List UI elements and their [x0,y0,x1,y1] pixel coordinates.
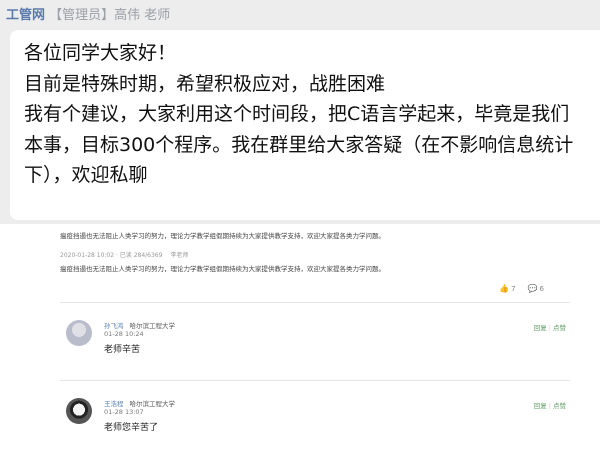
comment-text: 老师辛苦 [104,345,141,355]
post-text-secondary: 瘟疫挡遏也无法阻止人类学习的努力，理论力学教学组假期持续为大家提供教学支持，欢迎… [60,265,385,273]
post-stats: 👍 7 💬 6 [499,284,544,293]
like-button[interactable]: 点赞 [553,402,566,410]
comment-icon: 💬 [527,284,538,293]
like-count[interactable]: 👍 7 [499,284,515,293]
message-line: 目前是特殊时期，希望积极应对，战胜困难 [24,72,386,95]
post-date: 2020-01-28 10:02 · 已读 284/6369 李老师 [60,250,188,259]
post-text: 瘟疫挡遏也无法阻止人类学习的努力，理论力学教学组假期持续为大家提供教学支持，欢迎… [60,232,385,240]
divider [60,302,570,303]
avatar[interactable] [66,398,92,424]
comment-item: 王浩程 哈尔滨工程大学 01-28 13:07 老师您辛苦了 回复 | 点赞 [66,398,566,468]
reply-button[interactable]: 回复 [534,324,547,332]
message-line: 我有个建议，大家利用这个时间段，把C语言学起来，毕竟是我们 [24,103,570,125]
comment-author[interactable]: 王浩程 [104,400,124,408]
sender-line: 工管网 【管理员】高伟 老师 [6,4,170,24]
comment-text: 老师您辛苦了 [104,423,159,433]
comment-school: 哈尔滨工程大学 [129,400,176,408]
divider [60,380,570,381]
comment-actions: 回复 | 点赞 [533,324,566,332]
thumb-up-icon: 👍 [499,284,510,293]
comment-actions: 回复 | 点赞 [533,402,566,410]
chat-message-area: 工管网 【管理员】高伟 老师 各位同学大家好！ 目前是特殊时期，希望积极应对，战… [0,0,600,224]
comment-school: 哈尔滨工程大学 [129,322,176,330]
forum-post: 瘟疫挡遏也无法阻止人类学习的努力，理论力学教学组假期持续为大家提供教学支持，欢迎… [60,228,580,450]
message-line: 本事，目标300个程序。我在群里给大家答疑（在不影响信息统计 [24,133,574,156]
comment-time: 01-28 13:07 [104,408,144,416]
post-date-text: 2020-01-28 10:02 · 已读 284/6369 [60,252,163,259]
sender-name: 【管理员】高伟 老师 [49,8,171,23]
post-author[interactable]: 李老师 [170,252,188,259]
comment-time: 01-28 10:24 [104,330,144,338]
chat-bubble[interactable]: 各位同学大家好！ 目前是特殊时期，希望积极应对，战胜困难 我有个建议，大家利用这… [10,30,600,220]
reply-button[interactable]: 回复 [534,402,547,410]
watermark: 工管网 [6,8,46,23]
avatar[interactable] [66,320,92,346]
like-button[interactable]: 点赞 [553,324,566,332]
comment-count[interactable]: 💬 6 [528,284,544,293]
comment-author[interactable]: 孙飞鸿 [104,322,124,330]
message-line: 各位同学大家好！ [24,42,177,64]
message-line: 下），欢迎私聊 [24,164,148,186]
